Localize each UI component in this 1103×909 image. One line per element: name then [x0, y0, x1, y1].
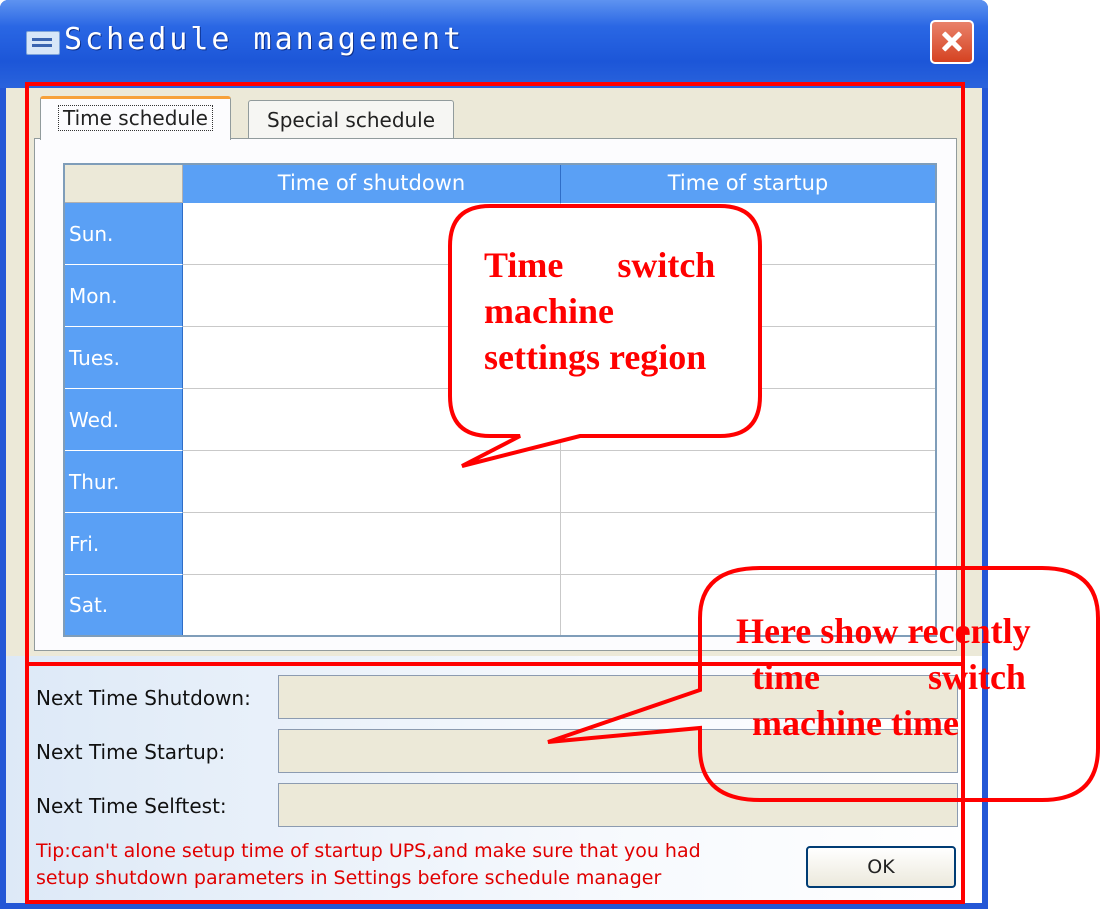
recent-callout-line-3: machine time	[752, 703, 959, 743]
recent-callout-line-2: time switch	[752, 657, 1026, 697]
callout-layer	[448, 204, 1100, 802]
recent-times-callout: Here show recently time switch machine t…	[736, 608, 1076, 746]
settings-callout-line-2: machine	[484, 291, 614, 331]
settings-region-callout: Time switch machine settings region	[484, 242, 754, 380]
settings-callout-line-3: settings region	[484, 337, 707, 377]
settings-callout-line-1: Time switch	[484, 245, 716, 285]
recent-callout-line-1: Here show recently	[736, 611, 1031, 651]
